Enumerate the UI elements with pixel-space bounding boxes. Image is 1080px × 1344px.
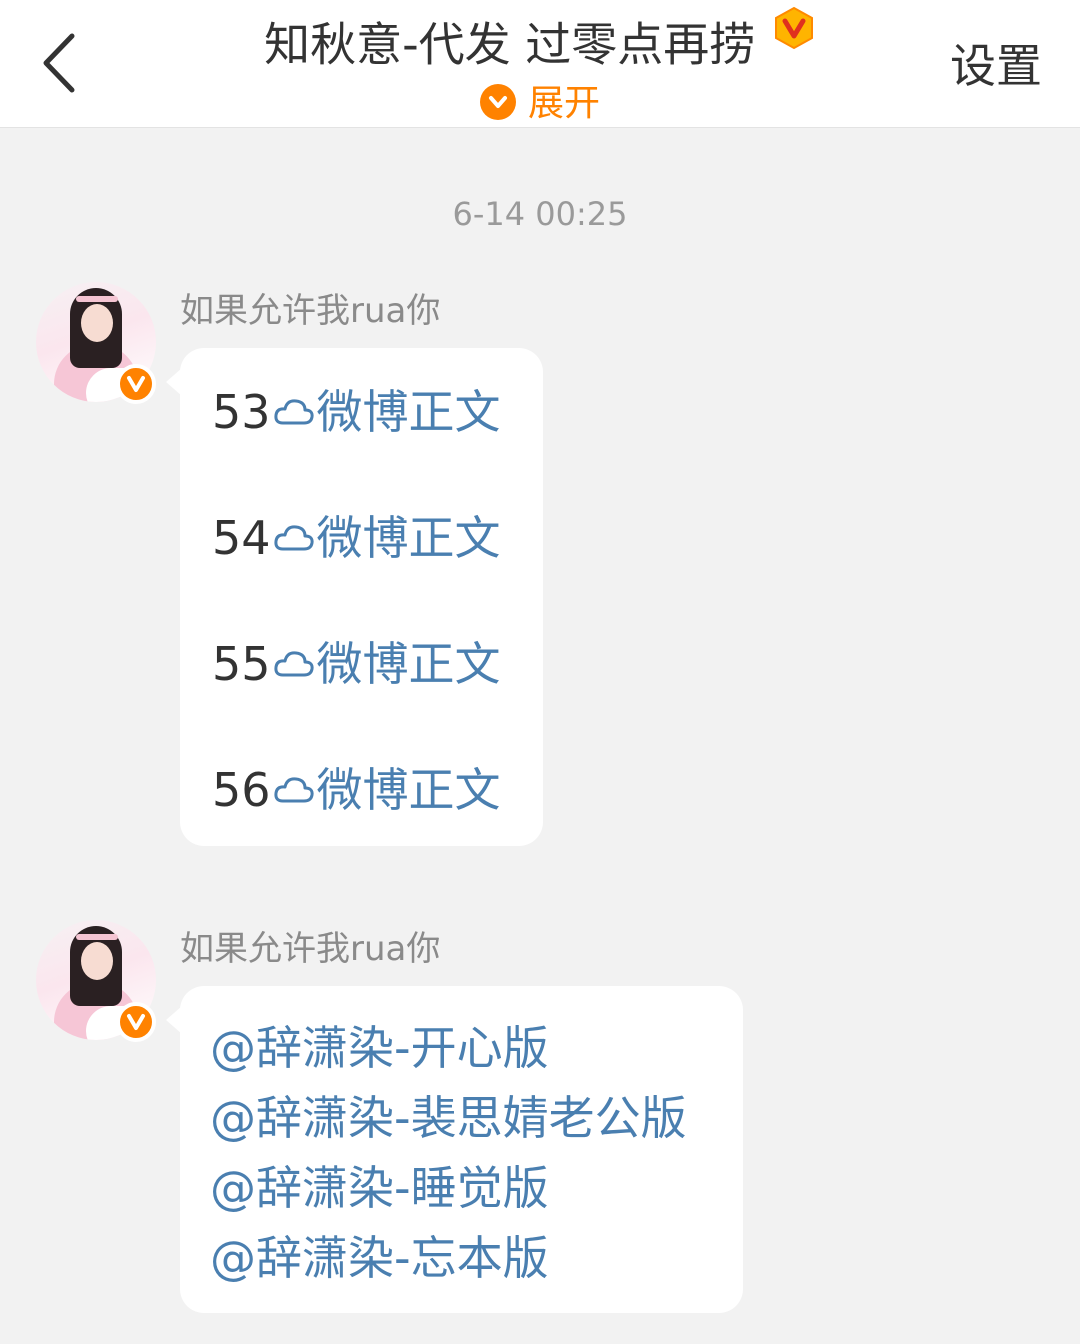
post-link-text: 微博正文 [316,637,501,691]
post-link-text: 微博正文 [316,763,501,817]
mention-link[interactable]: @辞潇染-裴思婧老公版 [210,1088,687,1148]
post-link-text: 微博正文 [316,511,501,565]
post-link-item[interactable]: 54 微博正文 [212,508,501,568]
expand-toggle[interactable]: 展开 [0,80,1080,128]
expand-label: 展开 [527,83,600,124]
cloud-link-icon [273,398,314,424]
post-number: 54 [212,511,271,565]
mention-link[interactable]: @辞潇染-睡觉版 [210,1158,549,1218]
post-number: 56 [212,763,271,817]
cloud-link-icon [273,524,314,550]
message-bubble: 53 微博正文 54 微博正文 55 微博正文 56 微博正文 [166,348,543,846]
settings-button[interactable]: 设置 [950,36,1042,96]
verified-v-icon [774,6,813,50]
post-link-item[interactable]: 55 微博正文 [212,634,501,694]
post-link-text: 微博正文 [316,385,501,439]
cloud-link-icon [273,650,314,676]
post-link-item[interactable]: 53 微博正文 [212,382,501,442]
post-number: 55 [212,637,271,691]
cloud-link-icon [273,776,314,802]
chat-title[interactable]: 知秋意-代发 过零点再捞 [0,6,1080,76]
mention-link[interactable]: @辞潇染-开心版 [210,1018,549,1078]
post-link-item[interactable]: 56 微博正文 [212,760,501,820]
mention-link[interactable]: @辞潇染-忘本版 [210,1228,549,1288]
chevron-down-icon [479,84,516,120]
message-bubble: @辞潇染-开心版 @辞潇染-裴思婧老公版 @辞潇染-睡觉版 @辞潇染-忘本版 [166,986,743,1313]
verified-v-icon [116,1002,156,1042]
chat-title-text: 知秋意-代发 过零点再捞 [264,17,756,72]
message-timestamp: 6-14 00:25 [452,195,628,233]
sender-name: 如果允许我rua你 [180,929,441,969]
top-bar: 知秋意-代发 过零点再捞 展开 设置 [0,0,1080,128]
post-number: 53 [212,385,271,439]
verified-v-icon [116,364,156,404]
sender-name: 如果允许我rua你 [180,291,441,331]
